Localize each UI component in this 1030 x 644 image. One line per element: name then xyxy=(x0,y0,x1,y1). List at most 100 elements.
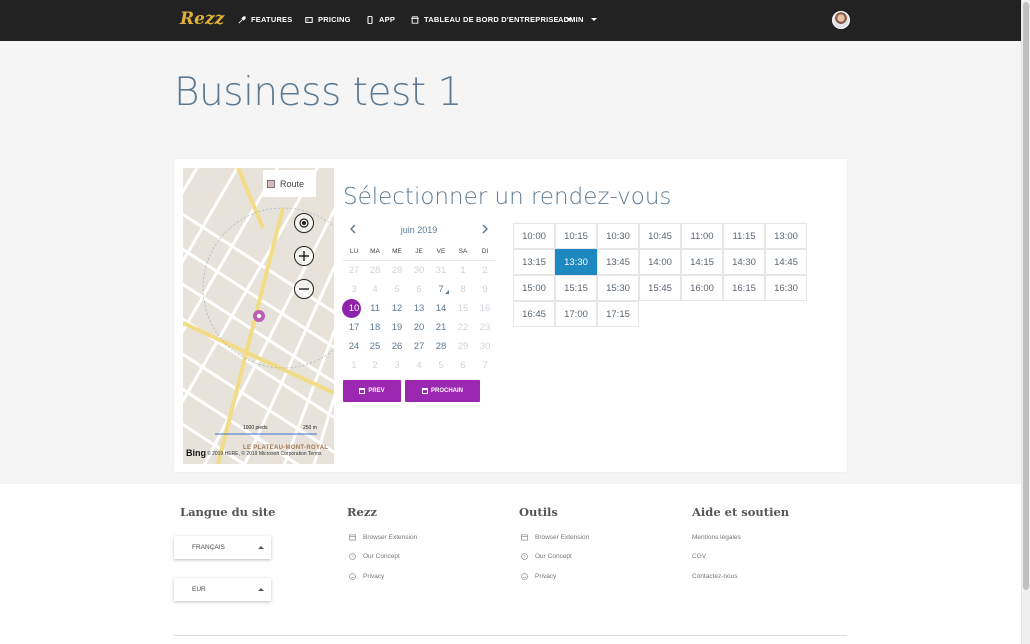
footer-link-label: Browser Extension xyxy=(535,534,590,541)
time-slot[interactable]: 15:45 xyxy=(639,275,681,301)
nav-pricing[interactable]: PRICING xyxy=(305,15,351,24)
time-slot[interactable]: 15:00 xyxy=(513,275,555,301)
time-slot-selected[interactable]: 13:30 xyxy=(555,249,597,275)
calendar-day: 3 xyxy=(394,360,400,371)
language-select-value: FRANÇAIS xyxy=(192,544,225,551)
calendar-day-selected[interactable]: 10 xyxy=(343,303,365,315)
time-slot[interactable]: 14:30 xyxy=(723,249,765,275)
calendar-day: 30 xyxy=(479,341,491,352)
time-slot[interactable]: 11:15 xyxy=(723,223,765,249)
footer-tools-link-privacy[interactable]: Privacy xyxy=(521,573,556,580)
map[interactable]: Route 1000 pieds 250 m LE PLATEAU-MONT-R… xyxy=(183,168,334,464)
calendar-icon xyxy=(421,388,428,394)
time-slot[interactable]: 10:45 xyxy=(639,223,681,249)
prev-week-button[interactable]: PREV xyxy=(343,380,401,402)
nav-admin-label: ADMIN xyxy=(558,15,584,24)
store-icon xyxy=(411,15,419,24)
scrollbar[interactable] xyxy=(1021,0,1030,644)
footer-rezz-link-browser-extension[interactable]: Browser Extension xyxy=(349,534,417,541)
footer-help-link-legal[interactable]: Mentions légales xyxy=(692,534,741,541)
calendar-day[interactable]: 13 xyxy=(408,303,430,315)
time-slot[interactable]: 16:30 xyxy=(765,275,807,301)
time-slot[interactable]: 14:00 xyxy=(639,249,681,275)
calendar-day: 23 xyxy=(479,322,491,333)
nav-admin[interactable]: ADMIN xyxy=(558,15,597,24)
next-week-button[interactable]: PROCHAIN xyxy=(405,380,480,402)
bing-logo[interactable]: Bing xyxy=(186,448,206,458)
brand-logo[interactable]: Rezz xyxy=(180,9,224,29)
svg-text:?: ? xyxy=(351,554,354,559)
calendar-day[interactable]: 17 xyxy=(343,322,365,334)
calendar-day[interactable]: 19 xyxy=(386,322,408,334)
nav-features[interactable]: FEATURES xyxy=(238,15,292,24)
calendar-day: 5 xyxy=(438,360,444,371)
calendar-day: 2 xyxy=(372,360,378,371)
footer-link-label: Our Concept xyxy=(363,553,400,560)
calendar-day: 16 xyxy=(479,303,491,314)
currency-select[interactable]: EUR xyxy=(174,578,271,601)
footer-rezz-link-privacy[interactable]: Privacy xyxy=(349,573,384,580)
window-icon xyxy=(349,534,356,541)
chevron-left-icon xyxy=(350,224,356,234)
time-slot[interactable]: 16:15 xyxy=(723,275,765,301)
time-slot[interactable]: 15:15 xyxy=(555,275,597,301)
time-slot[interactable]: 14:15 xyxy=(681,249,723,275)
time-slot[interactable]: 13:45 xyxy=(597,249,639,275)
calendar-day: 29 xyxy=(457,341,469,352)
calendar-day[interactable]: 21 xyxy=(430,322,452,334)
page-title: Business test 1 xyxy=(174,70,462,115)
calendar-day: 9 xyxy=(482,284,488,295)
time-slot[interactable]: 15:30 xyxy=(597,275,639,301)
nav-business-dashboard-label: TABLEAU DE BORD D'ENTREPRISE xyxy=(424,15,559,24)
scrollbar-thumb[interactable] xyxy=(1023,2,1029,590)
calendar-day[interactable]: 7 xyxy=(430,284,452,296)
footer-tools-link-our-concept[interactable]: ? Our Concept xyxy=(521,553,572,560)
calendar-day[interactable]: 18 xyxy=(364,322,386,334)
calendar-day[interactable]: 26 xyxy=(386,341,408,353)
footer-tools-link-browser-extension[interactable]: Browser Extension xyxy=(521,534,589,541)
chevron-up-icon xyxy=(258,588,264,591)
time-slot[interactable]: 10:00 xyxy=(513,223,555,249)
language-select[interactable]: FRANÇAIS xyxy=(174,536,271,559)
zoom-out-button[interactable] xyxy=(294,279,314,299)
time-slot[interactable]: 16:00 xyxy=(681,275,723,301)
time-slot[interactable]: 10:30 xyxy=(597,223,639,249)
footer-rezz-link-our-concept[interactable]: ? Our Concept xyxy=(349,553,400,560)
zoom-in-button[interactable] xyxy=(294,246,314,266)
calendar-next-month-button[interactable] xyxy=(479,224,491,238)
calendar-prev-month-button[interactable] xyxy=(347,224,359,238)
calendar-day[interactable]: 24 xyxy=(343,341,365,353)
calendar-day: 8 xyxy=(460,284,466,295)
tag-icon xyxy=(305,16,313,23)
avatar[interactable] xyxy=(832,11,850,29)
time-slot[interactable]: 10:15 xyxy=(555,223,597,249)
time-slot[interactable]: 17:00 xyxy=(555,301,597,327)
time-slot[interactable]: 11:00 xyxy=(681,223,723,249)
calendar-month[interactable]: juin 2019 xyxy=(343,225,495,235)
nav-business-dashboard[interactable]: TABLEAU DE BORD D'ENTREPRISE xyxy=(411,15,572,24)
time-slot[interactable]: 14:45 xyxy=(765,249,807,275)
calendar-day[interactable]: 28 xyxy=(430,341,452,353)
booking-title: Sélectionner un rendez-vous xyxy=(343,184,672,210)
nav-app[interactable]: APP xyxy=(366,15,395,24)
time-slot[interactable]: 13:15 xyxy=(513,249,555,275)
time-slot[interactable]: 17:15 xyxy=(597,301,639,327)
calendar-day[interactable]: 14 xyxy=(430,303,452,315)
calendar-day[interactable]: 11 xyxy=(364,303,386,315)
route-button[interactable]: Route xyxy=(263,170,316,197)
time-slot[interactable]: 16:45 xyxy=(513,301,555,327)
svg-text:?: ? xyxy=(523,554,526,559)
footer-help-link-contact[interactable]: Contactez-nous xyxy=(692,573,738,580)
locate-me-button[interactable] xyxy=(294,213,314,233)
calendar-day: 7 xyxy=(482,360,488,371)
calendar-day[interactable]: 27 xyxy=(408,341,430,353)
weekday-label: DI xyxy=(481,248,489,255)
footer-help-link-cgv[interactable]: CGV xyxy=(692,553,706,560)
calendar-day[interactable]: 20 xyxy=(408,322,430,334)
time-slot[interactable]: 13:00 xyxy=(765,223,807,249)
calendar-divider xyxy=(343,260,495,261)
calendar-day: 28 xyxy=(369,265,381,276)
calendar-day[interactable]: 12 xyxy=(386,303,408,315)
footer-tools-title: Outils xyxy=(519,505,558,519)
calendar-day[interactable]: 25 xyxy=(364,341,386,353)
